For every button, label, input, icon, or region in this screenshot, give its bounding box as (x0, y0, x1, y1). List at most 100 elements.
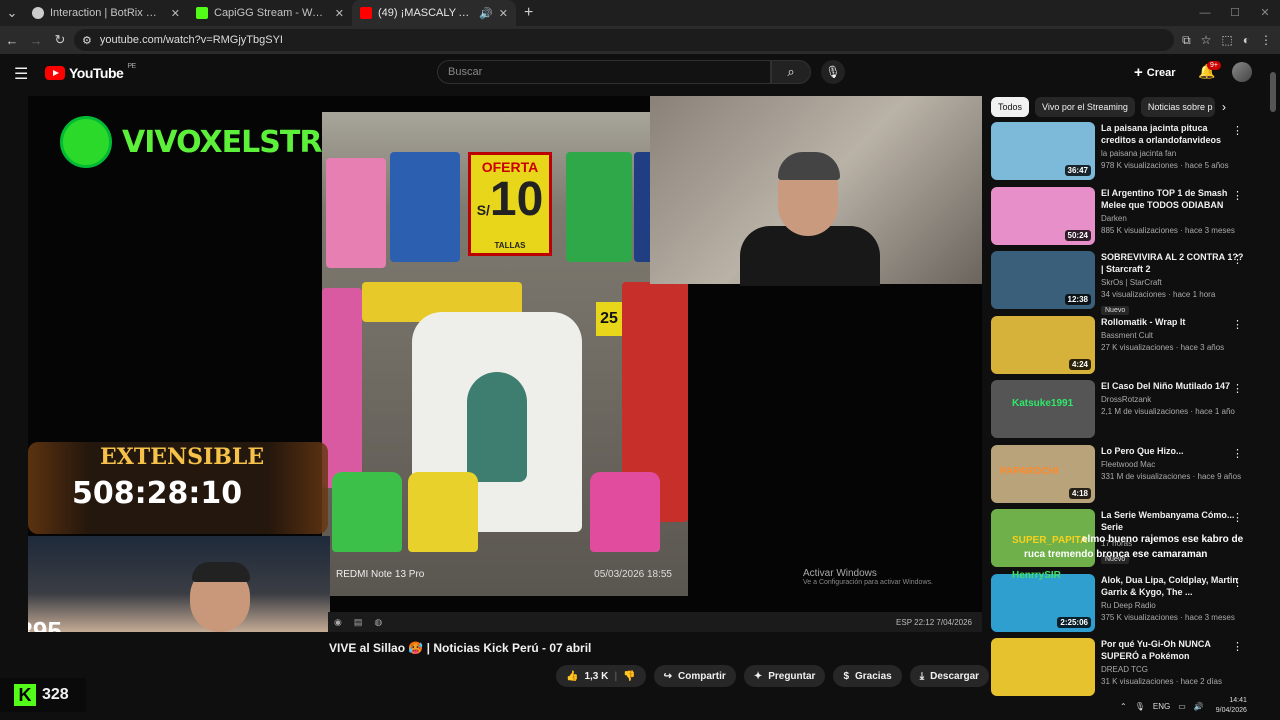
related-video-item[interactable]: 12:38 SOBREVIVIRA AL 2 CONTRA 1?? | Starc… (991, 251, 1263, 316)
like-button[interactable]: 👍 1,3 K | 👎 (556, 665, 646, 687)
more-vertical-icon[interactable]: ⋮ (1232, 640, 1243, 653)
download-button[interactable]: ⤓ Descargar (909, 665, 990, 687)
browser-tab-2[interactable]: CapiGG Stream - Watch Live on ✕ (188, 0, 352, 26)
close-tab-icon[interactable]: ✕ (335, 7, 344, 20)
video-title[interactable]: El Argentino TOP 1 de Smash Melee que TO… (1101, 187, 1245, 211)
close-tab-icon[interactable]: ✕ (171, 7, 180, 20)
channel-name[interactable]: Bassment Cult (1101, 331, 1245, 340)
forward-icon[interactable]: → (24, 33, 48, 48)
channel-name[interactable]: Darken (1101, 214, 1245, 223)
thanks-button[interactable]: $ Gracias (833, 665, 902, 687)
related-video-item[interactable]: 36:47 La paisana jacinta pitucа creditos … (991, 122, 1263, 187)
pink-shirt-row (322, 288, 362, 488)
tab-favicon-icon (196, 7, 208, 19)
inner-taskbar: ◉ ▤ ◍ ESP 22:12 7/04/2026 (328, 612, 982, 632)
chip-noticias[interactable]: Noticias sobre p (1140, 97, 1215, 117)
close-window-icon[interactable]: ✕ (1250, 0, 1280, 26)
video-title[interactable]: Por qué Yu-Gi-Oh NUNCA SUPERÓ a Pokémon (1101, 638, 1245, 662)
bookmark-star-icon[interactable]: ☆ (1201, 33, 1212, 47)
video-thumbnail[interactable]: 2:25:06 (991, 573, 1095, 632)
channel-name[interactable]: DrossRotzank (1101, 395, 1245, 404)
tab-search-icon[interactable]: ⌄ (0, 5, 24, 21)
sparkle-icon: ✦ (753, 670, 763, 682)
channel-name[interactable]: DREAD TCG (1101, 665, 1245, 674)
url-field[interactable]: ⚙ youtube.com/watch?v=RMGjyTbgSYI (74, 29, 1174, 51)
browser-tab-1[interactable]: Interaction | BotRix — Cloud St ✕ (24, 0, 188, 26)
install-icon[interactable]: ⧉ (1182, 33, 1191, 48)
new-tab-button[interactable]: + (516, 4, 541, 22)
video-thumbnail[interactable]: 4:24 (991, 315, 1095, 374)
chevron-right-icon[interactable]: › (1222, 100, 1226, 114)
blue-shirt (390, 152, 460, 262)
volume-icon[interactable]: 🔊 (1194, 702, 1204, 711)
kick-viewer-count: 328 (42, 686, 69, 703)
channel-name[interactable]: Fleetwood Mac (1101, 460, 1245, 469)
video-player[interactable]: VIVOXELSTREAMING OFERTA S/10 TALLAS 25 R… (28, 96, 982, 632)
minimize-icon[interactable]: — (1190, 0, 1220, 26)
more-vertical-icon[interactable]: ⋮ (1232, 382, 1243, 395)
browser-tab-3[interactable]: (49) ¡MASCALY AGACH 🔊 ✕ (352, 0, 516, 26)
tab-title: CapiGG Stream - Watch Live on (214, 7, 329, 19)
video-thumbnail[interactable] (991, 380, 1095, 438)
related-video-item[interactable]: 2:25:06 Alok, Dua Lipa, Coldplay, Martin … (991, 573, 1263, 639)
tray-chevron-icon[interactable]: ⌃ (1120, 702, 1127, 711)
profile-icon[interactable]: ◐ (1243, 33, 1250, 47)
video-title[interactable]: La paisana jacinta pitucа creditos a orl… (1101, 122, 1245, 146)
video-title[interactable]: Rollomatik - Wrap It (1101, 316, 1245, 328)
more-vertical-icon[interactable]: ⋮ (1232, 189, 1243, 202)
activate-windows-watermark: Activar Windows Ve a Configuración para … (803, 568, 933, 586)
more-vertical-icon[interactable]: ⋮ (1232, 511, 1243, 524)
extensions-icon[interactable]: ⬚ (1221, 33, 1232, 47)
video-thumbnail[interactable]: 36:47 (991, 122, 1095, 180)
video-title[interactable]: La Serie Wembanyama Cómo... Serie (1101, 509, 1245, 533)
voice-search-button[interactable]: 🎙 (821, 60, 845, 84)
mute-icon[interactable]: 🔊 (479, 7, 493, 20)
more-vertical-icon[interactable]: ⋮ (1232, 253, 1243, 266)
more-vertical-icon[interactable]: ⋮ (1232, 318, 1243, 331)
more-vertical-icon[interactable]: ⋮ (1232, 576, 1243, 589)
chip-todos[interactable]: Todos (991, 97, 1030, 117)
channel-name[interactable]: SkrOs | StarCraft (1101, 278, 1245, 287)
create-button[interactable]: + Crear (1134, 64, 1176, 81)
search-input[interactable]: Buscar (437, 60, 771, 84)
chip-vivo-por-el-streaming[interactable]: Vivo por el Streaming (1035, 97, 1135, 117)
close-tab-icon[interactable]: ✕ (499, 7, 508, 20)
thumbs-down-icon[interactable]: 👎 (623, 671, 635, 682)
hamburger-menu-icon[interactable]: ☰ (14, 64, 28, 84)
language-indicator[interactable]: ENG (1153, 702, 1170, 711)
channel-name[interactable]: la paisana jacinta fan (1101, 149, 1245, 158)
page-scrollbar[interactable] (1270, 62, 1278, 692)
back-icon[interactable]: ← (0, 33, 24, 48)
video-title[interactable]: Alok, Dua Lipa, Coldplay, Martin Garrix … (1101, 574, 1245, 598)
video-thumbnail[interactable] (991, 638, 1095, 696)
video-title[interactable]: El Caso Del Niño Mutilado 147 (1101, 380, 1245, 392)
more-vertical-icon[interactable]: ⋮ (1232, 447, 1243, 460)
ask-button[interactable]: ✦ Preguntar (743, 665, 826, 687)
video-thumbnail[interactable]: 12:38 (991, 251, 1095, 309)
network-icon[interactable]: ▭ (1178, 702, 1186, 711)
related-video-item[interactable]: El Caso Del Niño Mutilado 147 DrossRotzan… (991, 380, 1263, 445)
share-button[interactable]: ↪ Compartir (653, 665, 736, 687)
video-title[interactable]: SOBREVIVIRA AL 2 CONTRA 1?? | Starcraft … (1101, 251, 1245, 275)
related-video-item[interactable]: 4:24 Rollomatik - Wrap It Bassment Cult 27 … (991, 315, 1263, 381)
timer-overlay: EXTENSIBLE 508:28:10 (28, 442, 328, 534)
more-vertical-icon[interactable]: ⋮ (1232, 124, 1243, 137)
tray-mic-icon[interactable]: 🎙 (1135, 702, 1145, 711)
reload-icon[interactable]: ↻ (48, 32, 72, 48)
system-clock[interactable]: 14:41 9/04/2026 (1216, 696, 1247, 716)
scrollbar-thumb[interactable] (1270, 72, 1276, 112)
stream-logo-icon (60, 116, 112, 168)
video-title[interactable]: Lo Pero Que Hizo... (1101, 445, 1245, 457)
maximize-icon[interactable]: ☐ (1220, 0, 1250, 26)
youtube-logo[interactable]: YouTube PE (45, 63, 136, 81)
search-button[interactable]: ⌕ (771, 60, 811, 84)
site-info-icon[interactable]: ⚙ (82, 34, 92, 47)
video-duration: 2:25:06 (1057, 616, 1091, 628)
like-count: 1,3 K (584, 670, 609, 682)
user-avatar[interactable] (1232, 62, 1252, 82)
video-thumbnail[interactable]: 50:24 (991, 186, 1095, 245)
browser-menu-icon[interactable]: ⋮ (1260, 33, 1272, 47)
dollar-heart-icon: $ (843, 670, 849, 682)
channel-name[interactable]: Ru Deep Radio (1101, 601, 1245, 610)
related-video-item[interactable]: 50:24 El Argentino TOP 1 de Smash Melee q… (991, 186, 1263, 252)
